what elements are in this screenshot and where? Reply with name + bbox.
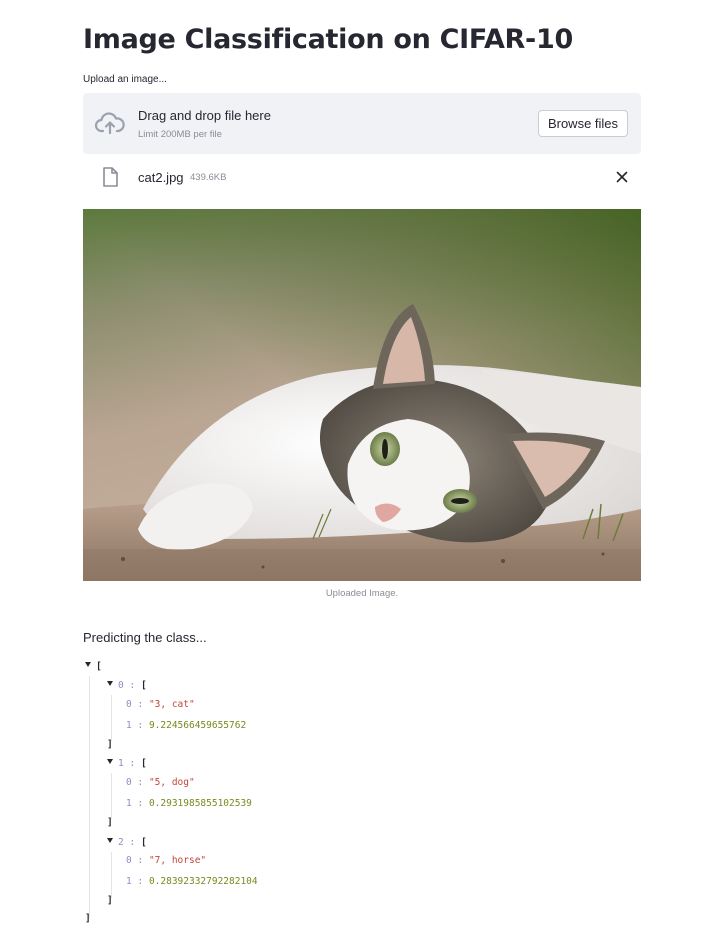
json-item-1-guide xyxy=(111,773,112,819)
dropzone-limit: Limit 200MB per file xyxy=(138,129,222,140)
file-size: 439.6KB xyxy=(190,172,227,183)
json-item-1-score: 1 : 0.2931985855102539 xyxy=(126,798,252,809)
caret-down-icon[interactable] xyxy=(107,838,113,843)
file-icon xyxy=(103,167,118,187)
json-item-0-guide xyxy=(111,695,112,741)
json-item-0-score: 1 : 9.224566459655762 xyxy=(126,720,247,731)
caret-down-icon[interactable] xyxy=(85,662,91,667)
json-item-0-label: 0 : "3, cat" xyxy=(126,699,195,710)
browse-files-button[interactable]: Browse files xyxy=(538,110,628,137)
dropzone-title: Drag and drop file here xyxy=(138,108,271,123)
image-caption: Uploaded Image. xyxy=(325,588,399,599)
caret-down-icon[interactable] xyxy=(107,681,113,686)
caret-down-icon[interactable] xyxy=(107,759,113,764)
json-item-1-close: ] xyxy=(107,817,113,828)
remove-file-button[interactable] xyxy=(613,168,631,186)
json-root-guide xyxy=(89,676,90,918)
json-item-1-open: 1 : [ xyxy=(107,757,147,771)
json-item-0-close: ] xyxy=(107,739,113,750)
upload-label: Upload an image... xyxy=(83,74,167,85)
json-item-2-label: 0 : "7, horse" xyxy=(126,855,207,866)
json-root-close: ] xyxy=(85,913,91,924)
close-icon xyxy=(616,171,628,183)
cat-photo xyxy=(83,209,641,581)
cloud-upload-icon xyxy=(95,112,125,135)
json-item-0-open: 0 : [ xyxy=(107,679,147,693)
page: Image Classification on CIFAR-10 Upload … xyxy=(0,0,726,931)
json-item-1-label: 0 : "5, dog" xyxy=(126,777,195,788)
uploaded-image xyxy=(83,209,641,581)
json-root-open: [ xyxy=(85,660,102,674)
json-item-2-open: 2 : [ xyxy=(107,836,147,850)
page-title: Image Classification on CIFAR-10 xyxy=(83,24,573,55)
predicting-status: Predicting the class... xyxy=(83,630,207,645)
file-name: cat2.jpg xyxy=(138,170,184,185)
uploaded-file-row: cat2.jpg 439.6KB xyxy=(83,162,641,192)
json-item-2-close: ] xyxy=(107,895,113,906)
file-dropzone[interactable]: Drag and drop file here Limit 200MB per … xyxy=(83,93,641,154)
json-item-2-score: 1 : 0.28392332792282104 xyxy=(126,876,258,887)
json-item-2-guide xyxy=(111,852,112,898)
